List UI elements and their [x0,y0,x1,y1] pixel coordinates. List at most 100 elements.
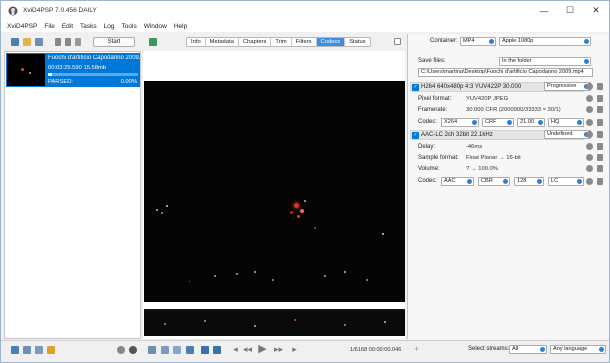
trash-icon[interactable] [597,154,603,161]
gear-icon[interactable] [586,119,593,126]
trash-icon[interactable] [597,178,603,185]
play-icon[interactable]: ▶ [257,344,268,355]
preset-select[interactable]: Apple 1080p [499,37,591,46]
gear-icon[interactable] [586,95,593,102]
audio-language-select[interactable]: Undefined [544,130,591,139]
gear-icon[interactable] [586,143,593,150]
menu-log[interactable]: Log [104,23,115,30]
menu-edit[interactable]: Edit [62,23,73,30]
frame-icon[interactable] [148,346,156,354]
task-item[interactable]: Fuochi d'artificio Capodanno 2009... 00:… [6,53,140,87]
tab-codecs[interactable]: Codecs [316,38,346,46]
video-preview[interactable] [144,81,405,302]
trash-icon[interactable] [597,83,603,90]
eye-icon[interactable] [129,346,137,354]
app-icon [8,6,18,15]
video-stream-title: H264 640x480p 4:3 YUV422P 30.000 [421,84,522,90]
next-frame-icon[interactable]: ▸ [289,344,300,355]
quality-stepper[interactable]: 21.00 [517,118,545,127]
task-status: PARSED: [48,79,74,85]
scan-type-select[interactable]: Progressive [544,82,591,91]
audio-codec-label: Codec: [418,178,438,184]
task-name: Fuochi d'artificio Capodanno 2009... [48,55,140,61]
gear-icon[interactable] [586,83,593,90]
audio-bitrate-select[interactable]: 128 [514,177,544,186]
rate-mode-select[interactable]: CRF [482,118,514,127]
select-streams-dropdown[interactable]: All [509,345,547,354]
queue-icon[interactable] [11,346,19,354]
previous-frame-icon[interactable]: ◂ [230,344,241,355]
tab-metadata[interactable]: Metadata [206,38,239,46]
audio-track-icon[interactable] [213,346,221,354]
encoder-preset-select[interactable]: HQ [548,118,584,127]
gear-icon[interactable] [117,346,125,354]
list-icon[interactable] [35,346,43,354]
trash-icon[interactable] [597,165,603,172]
video-stream-checkbox[interactable]: ✓ [412,84,419,91]
gear-icon[interactable] [586,165,593,172]
minimize-button[interactable]: — [531,1,557,20]
framerate-label: Framerate: [418,107,448,113]
tab-chapters[interactable]: Chapters [239,38,272,46]
rewind-icon[interactable]: ◂◂ [242,344,253,355]
crop-icon[interactable] [161,346,169,354]
menu-file[interactable]: File [44,23,54,30]
edit-icon[interactable] [47,346,55,354]
audio-profile-select[interactable]: LC [548,177,584,186]
video-codec-select[interactable]: X264 [441,118,479,127]
app-window: XviD4PSP 7.0.456 DAILY — ☐ ✕ XviD4PSP Fi… [0,0,610,363]
menu-tools[interactable]: Tools [122,23,137,30]
back-icon[interactable] [149,38,157,46]
save-icon[interactable] [35,38,43,46]
chevron-down-icon [472,120,477,125]
gear-icon[interactable] [586,154,593,161]
psa-icon[interactable] [201,346,209,354]
close-button[interactable]: ✕ [583,1,609,20]
audio-codec-select[interactable]: AAC [441,177,474,186]
fullscreen-icon[interactable] [186,346,194,354]
maximize-button[interactable]: ☐ [557,1,583,20]
add-stream-icon[interactable]: + [411,344,422,355]
fast-forward-icon[interactable]: ▸▸ [273,344,284,355]
timeline-strip[interactable] [144,309,405,336]
add-icon[interactable] [11,38,19,46]
stepper-icon [538,120,543,125]
menu-xvid4psp[interactable]: XviD4PSP [7,23,37,30]
gear-icon[interactable] [586,178,593,185]
chevron-down-icon [489,39,494,44]
audio-mode-select[interactable]: CBR [478,177,510,186]
menu-tasks[interactable]: Tasks [80,23,97,30]
save-files-select[interactable]: In the folder [499,57,591,66]
panel-toggle-icon[interactable] [394,38,401,45]
audio-stream-title: AAC-LC 2ch 32bit 22.1kHz [421,132,493,138]
start-button[interactable]: Start [93,37,135,47]
chevron-down-icon [577,179,582,184]
list-icon[interactable] [75,38,81,46]
menu-help[interactable]: Help [174,23,187,30]
trash-icon[interactable] [597,131,603,138]
tab-trim[interactable]: Trim [271,38,292,46]
task-info: 00:03:25.590 15.58mb [48,65,107,71]
aspect-icon[interactable] [173,346,181,354]
trash-icon[interactable] [597,95,603,102]
gear-icon[interactable] [586,106,593,113]
language-dropdown[interactable]: Any language [550,345,606,354]
tab-filters[interactable]: Filters [292,38,317,46]
trash-icon[interactable] [65,38,71,46]
container-select[interactable]: MP4 [460,37,496,46]
tab-info[interactable]: Info [187,38,206,46]
audio-stream-checkbox[interactable]: ✓ [412,132,419,139]
gear-icon[interactable] [586,131,593,138]
video-codec-label: Codec: [418,119,438,125]
trash-icon[interactable] [597,106,603,113]
container-label: Container: [430,38,458,44]
menu-window[interactable]: Window [144,23,167,30]
open-folder-icon[interactable] [23,38,31,46]
trash-icon[interactable] [597,119,603,126]
remove-icon[interactable] [55,38,61,46]
chevron-down-icon [467,179,472,184]
output-path-field[interactable]: C:\Users\martina\Desktop\Fuochi d'artifi… [418,68,593,77]
grid-icon[interactable] [23,346,31,354]
trash-icon[interactable] [597,143,603,150]
tab-status[interactable]: Status [345,38,369,46]
